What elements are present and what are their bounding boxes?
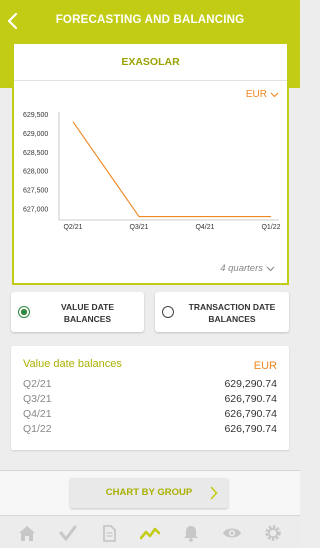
balance-value: 626,790.74	[224, 408, 277, 420]
page-title: FORECASTING AND BALANCING	[55, 14, 245, 26]
balances-currency: EUR	[253, 360, 277, 372]
currency-label: EUR	[245, 89, 267, 100]
balance-quarter: Q1/22	[23, 423, 52, 435]
x-tick-label: Q3/21	[129, 224, 148, 231]
divider	[14, 80, 287, 81]
x-tick-label: Q2/21	[63, 224, 82, 231]
x-tick-label: Q1/22	[261, 224, 280, 231]
balance-value: 626,790.74	[224, 423, 277, 435]
trend-icon	[139, 527, 161, 540]
period-label: 4 quarters	[220, 263, 263, 274]
transaction-date-balances-button[interactable]: TRANSACTION DATE BALANCES	[155, 292, 289, 332]
period-dropdown[interactable]: 4 quarters	[220, 263, 275, 274]
tab-bar	[0, 515, 300, 548]
y-tick-label: 629,500	[23, 112, 48, 119]
tab-documents[interactable]	[99, 524, 119, 542]
balances-card: Value date balances EUR Q2/21 629,290.74…	[11, 346, 289, 450]
balance-line-chart: 629,500 629,000 628,500 628,000 627,500 627,0…	[23, 112, 281, 231]
x-tick-label: Q4/21	[195, 224, 214, 231]
transaction-date-balances-label: TRANSACTION DATE BALANCES	[188, 302, 276, 324]
value-date-balances-label: VALUE DATE BALANCES	[60, 302, 115, 324]
chart-card: EXASOLAR EUR 629,500 629,000 628,500 628,00…	[12, 42, 289, 285]
balance-quarter: Q4/21	[23, 408, 52, 420]
radio-selected-icon	[18, 306, 30, 318]
y-tick-label: 628,000	[23, 169, 48, 176]
gear-icon	[265, 525, 281, 541]
chevron-down-icon	[270, 92, 279, 97]
home-icon	[19, 526, 35, 541]
chevron-down-icon	[266, 266, 275, 271]
balance-quarter: Q2/21	[23, 378, 52, 390]
tab-view[interactable]	[222, 524, 242, 542]
y-tick-label: 628,500	[23, 150, 48, 157]
balance-row: Q1/22 626,790.74	[23, 423, 277, 437]
tab-approvals[interactable]	[58, 524, 78, 542]
eye-icon	[223, 528, 241, 538]
balance-value: 629,290.74	[224, 378, 277, 390]
y-tick-label: 627,500	[23, 188, 48, 195]
check-icon	[59, 525, 77, 541]
account-name: EXASOLAR	[121, 56, 180, 68]
currency-dropdown[interactable]: EUR	[246, 89, 279, 100]
chart-by-group-button[interactable]: CHART BY GROUP	[70, 478, 228, 508]
balances-title: Value date balances	[23, 358, 122, 370]
balance-value: 626,790.74	[224, 393, 277, 405]
series-line	[72, 121, 271, 218]
balance-row: Q3/21 626,790.74	[23, 393, 277, 407]
balance-quarter: Q3/21	[23, 393, 52, 405]
tab-home[interactable]	[17, 524, 37, 542]
chevron-right-icon	[210, 486, 218, 500]
tab-notifications[interactable]	[181, 524, 201, 542]
tab-settings[interactable]	[263, 524, 283, 542]
y-tick-label: 629,000	[23, 131, 48, 138]
chart-by-group-label: CHART BY GROUP	[105, 487, 193, 498]
tab-forecasting[interactable]	[139, 524, 161, 542]
y-tick-label: 627,000	[23, 207, 48, 214]
balance-row: Q4/21 626,790.74	[23, 408, 277, 422]
bell-icon	[184, 526, 198, 542]
balance-row: Q2/21 629,290.74	[23, 378, 277, 392]
document-icon	[103, 525, 116, 542]
value-date-balances-button[interactable]: VALUE DATE BALANCES	[11, 292, 144, 332]
radio-unselected-icon	[162, 306, 174, 318]
